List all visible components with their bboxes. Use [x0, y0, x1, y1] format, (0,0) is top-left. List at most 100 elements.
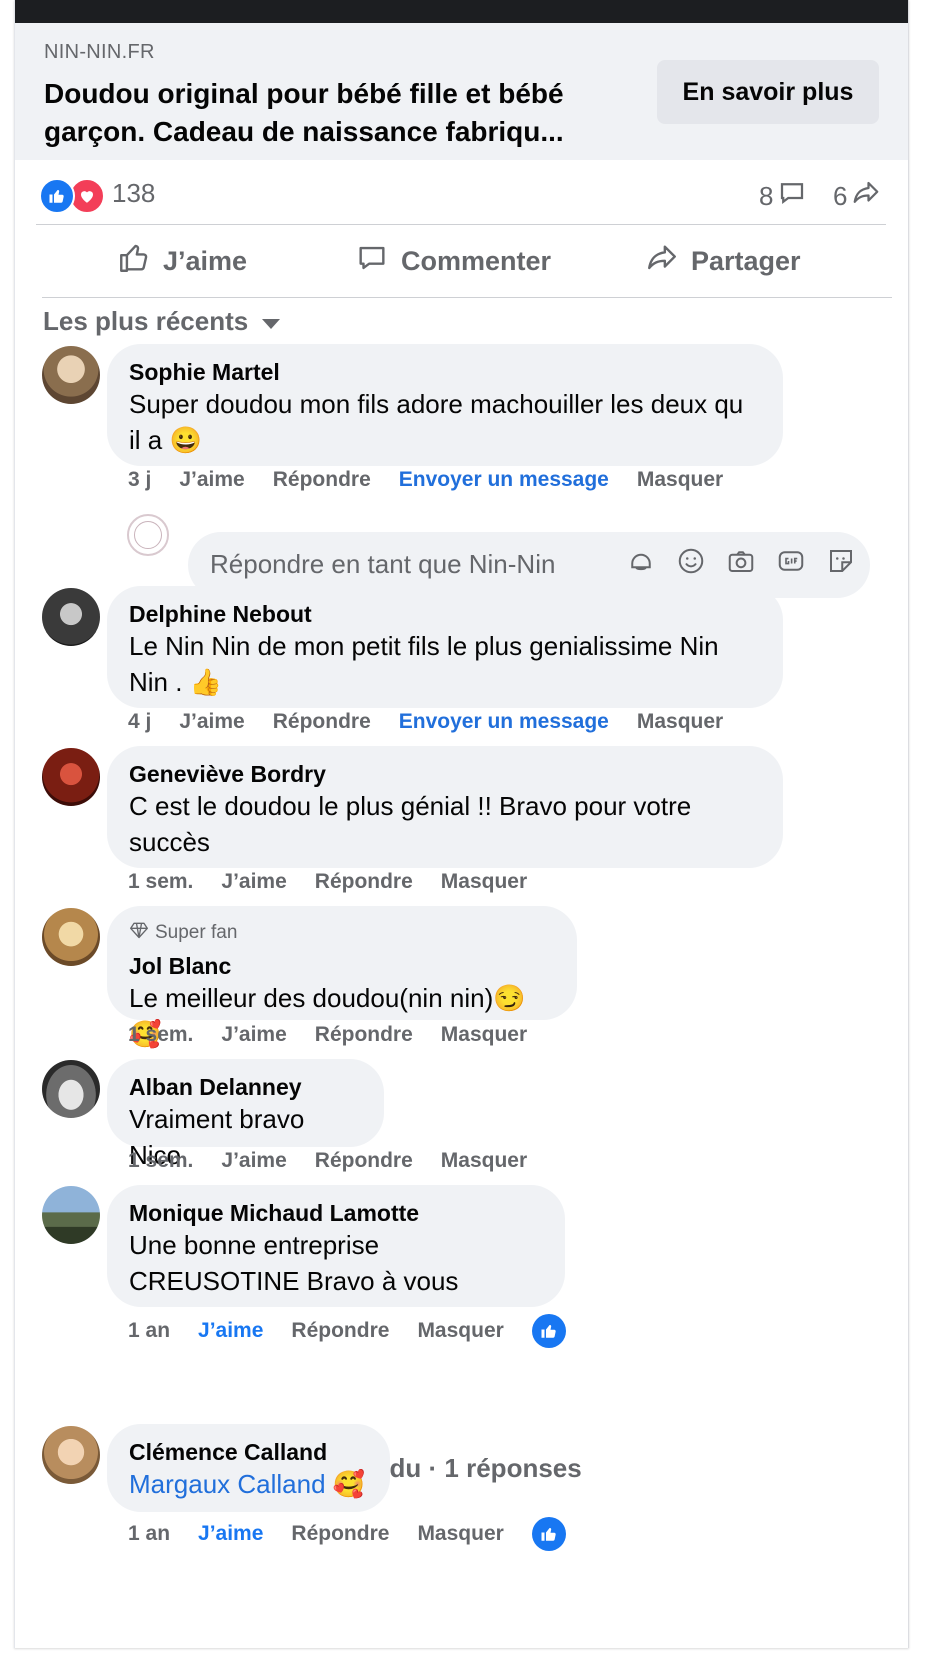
like-button[interactable]: J’aime: [117, 226, 247, 296]
sticker-icon[interactable]: [826, 546, 856, 581]
comment-actions: 4 j J’aime Répondre Envoyer un message M…: [128, 710, 723, 734]
comment-like-link[interactable]: J’aime: [221, 1023, 286, 1047]
comment-actions: 1 an J’aime Répondre Masquer: [128, 1517, 566, 1551]
camera-icon[interactable]: [726, 546, 756, 581]
comment-bubble-icon: [777, 178, 807, 215]
comment-time[interactable]: 1 an: [128, 1319, 170, 1343]
comment-like-link[interactable]: J’aime: [221, 870, 286, 894]
comment-reply-link[interactable]: Répondre: [273, 468, 371, 492]
comment-time[interactable]: 1 an: [128, 1522, 170, 1546]
comment-hide-link[interactable]: Masquer: [441, 1023, 527, 1047]
avatar[interactable]: [42, 1426, 100, 1484]
commenter-name[interactable]: Sophie Martel: [129, 358, 761, 386]
comment-text-row: Margaux Calland 🥰: [129, 1466, 368, 1502]
link-domain: NIN-NIN.FR: [44, 41, 155, 63]
comment-reply-link[interactable]: Répondre: [291, 1522, 389, 1546]
share-icon: [645, 241, 679, 282]
caret-down-icon: [262, 318, 281, 329]
reply-placeholder: Répondre en tant que Nin-Nin: [210, 549, 556, 579]
comment-reply-link[interactable]: Répondre: [315, 1149, 413, 1173]
comment-like-link[interactable]: J’aime: [198, 1319, 263, 1343]
post-card: NIN-NIN.FR Doudou original pour bébé fil…: [14, 0, 909, 1648]
comment-like-link[interactable]: J’aime: [179, 468, 244, 492]
avatar-sticker-icon[interactable]: [626, 546, 656, 581]
comments-count-value: 8: [759, 181, 774, 211]
comment-hide-link[interactable]: Masquer: [637, 710, 723, 734]
send-message-link[interactable]: Envoyer un message: [399, 710, 609, 734]
avatar[interactable]: [42, 346, 100, 404]
post-stats: 138 8 6: [15, 160, 908, 226]
avatar[interactable]: [42, 748, 100, 806]
commenter-name[interactable]: Alban Delanney: [129, 1073, 362, 1101]
shares-count[interactable]: 6: [833, 178, 881, 215]
mention-link[interactable]: Margaux Calland: [129, 1469, 326, 1499]
comment-button[interactable]: Commenter: [355, 226, 551, 296]
avatar[interactable]: [42, 1186, 100, 1244]
comment-actions: 1 sem. J’aime Répondre Masquer: [128, 1149, 527, 1173]
avatar[interactable]: [42, 588, 100, 646]
comment-time[interactable]: 1 sem.: [128, 870, 193, 894]
comment-bubble: Delphine Nebout Le Nin Nin de mon petit …: [107, 586, 783, 708]
link-preview[interactable]: NIN-NIN.FR Doudou original pour bébé fil…: [15, 23, 908, 160]
divider: [42, 297, 892, 298]
commenter-name[interactable]: Delphine Nebout: [129, 600, 761, 628]
comment-text: 🥰: [332, 1469, 366, 1499]
comment-actions: 1 an J’aime Répondre Masquer: [128, 1314, 566, 1348]
post-media-bottom[interactable]: [15, 0, 908, 23]
comment-reply-link[interactable]: Répondre: [273, 710, 371, 734]
comment-hide-link[interactable]: Masquer: [637, 468, 723, 492]
comment-actions: 1 sem. J’aime Répondre Masquer: [128, 1023, 527, 1047]
comment-like-link[interactable]: J’aime: [179, 710, 244, 734]
comment-hide-link[interactable]: Masquer: [417, 1319, 503, 1343]
avatar[interactable]: [42, 1060, 100, 1118]
comment-time[interactable]: 1 sem.: [128, 1149, 193, 1173]
share-arrow-icon: [851, 178, 881, 215]
comment-sort-dropdown[interactable]: Les plus récents: [43, 306, 281, 337]
comments-count[interactable]: 8: [759, 178, 807, 215]
commenter-name[interactable]: Clémence Calland: [129, 1438, 368, 1466]
badge-label: Super fan: [155, 922, 238, 943]
comment-actions: 3 j J’aime Répondre Envoyer un message M…: [128, 468, 723, 492]
commenter-name[interactable]: Geneviève Bordry: [129, 760, 761, 788]
page-avatar: [127, 514, 169, 556]
comment-text: Le Nin Nin de mon petit fils le plus gen…: [129, 631, 719, 697]
comment-like-link[interactable]: J’aime: [198, 1522, 263, 1546]
comment-reply-link[interactable]: Répondre: [315, 1023, 413, 1047]
comment-bubble: Monique Michaud Lamotte Une bonne entrep…: [107, 1185, 565, 1307]
comment-hide-link[interactable]: Masquer: [441, 870, 527, 894]
comment-bubble: Clémence Calland Margaux Calland 🥰: [107, 1424, 390, 1512]
comment-text: C est le doudou le plus génial !! Bravo …: [129, 791, 692, 857]
diamond-icon: [129, 920, 149, 946]
comment-time[interactable]: 3 j: [128, 468, 151, 492]
avatar[interactable]: [42, 908, 100, 966]
comment-hide-link[interactable]: Masquer: [441, 1149, 527, 1173]
comment-bubble: Alban Delanney Vraiment bravo Nico: [107, 1059, 384, 1170]
comment-time[interactable]: 1 sem.: [128, 1023, 193, 1047]
gif-icon[interactable]: [776, 546, 806, 581]
comment-like-link[interactable]: J’aime: [221, 1149, 286, 1173]
comment-reply-link[interactable]: Répondre: [291, 1319, 389, 1343]
comment-icon: [355, 241, 389, 282]
reactions-count[interactable]: 138: [112, 178, 155, 209]
like-reaction-icon[interactable]: [531, 1517, 566, 1551]
comment-reply-link[interactable]: Répondre: [315, 870, 413, 894]
like-reaction-icon[interactable]: [39, 178, 75, 214]
comment-hide-link[interactable]: Masquer: [417, 1522, 503, 1546]
like-reaction-icon[interactable]: [531, 1314, 566, 1348]
share-label: Partager: [691, 245, 801, 276]
like-label: J’aime: [163, 245, 248, 276]
comment-bubble: Super fan Jol Blanc Le meilleur des doud…: [107, 906, 577, 1049]
link-title[interactable]: Doudou original pour bébé fille et bébé …: [44, 75, 624, 151]
commenter-name[interactable]: Monique Michaud Lamotte: [129, 1199, 543, 1227]
emoji-icon[interactable]: [676, 546, 706, 581]
comment-time[interactable]: 4 j: [128, 710, 151, 734]
share-button[interactable]: Partager: [645, 226, 801, 296]
thumbs-up-icon: [117, 241, 151, 282]
learn-more-button[interactable]: En savoir plus: [657, 60, 879, 124]
comment-actions: 1 sem. J’aime Répondre Masquer: [128, 870, 527, 894]
super-fan-badge[interactable]: Super fan: [129, 920, 555, 946]
send-message-link[interactable]: Envoyer un message: [399, 468, 609, 492]
divider: [36, 224, 886, 225]
sort-label: Les plus récents: [43, 306, 249, 336]
commenter-name[interactable]: Jol Blanc: [129, 952, 555, 980]
